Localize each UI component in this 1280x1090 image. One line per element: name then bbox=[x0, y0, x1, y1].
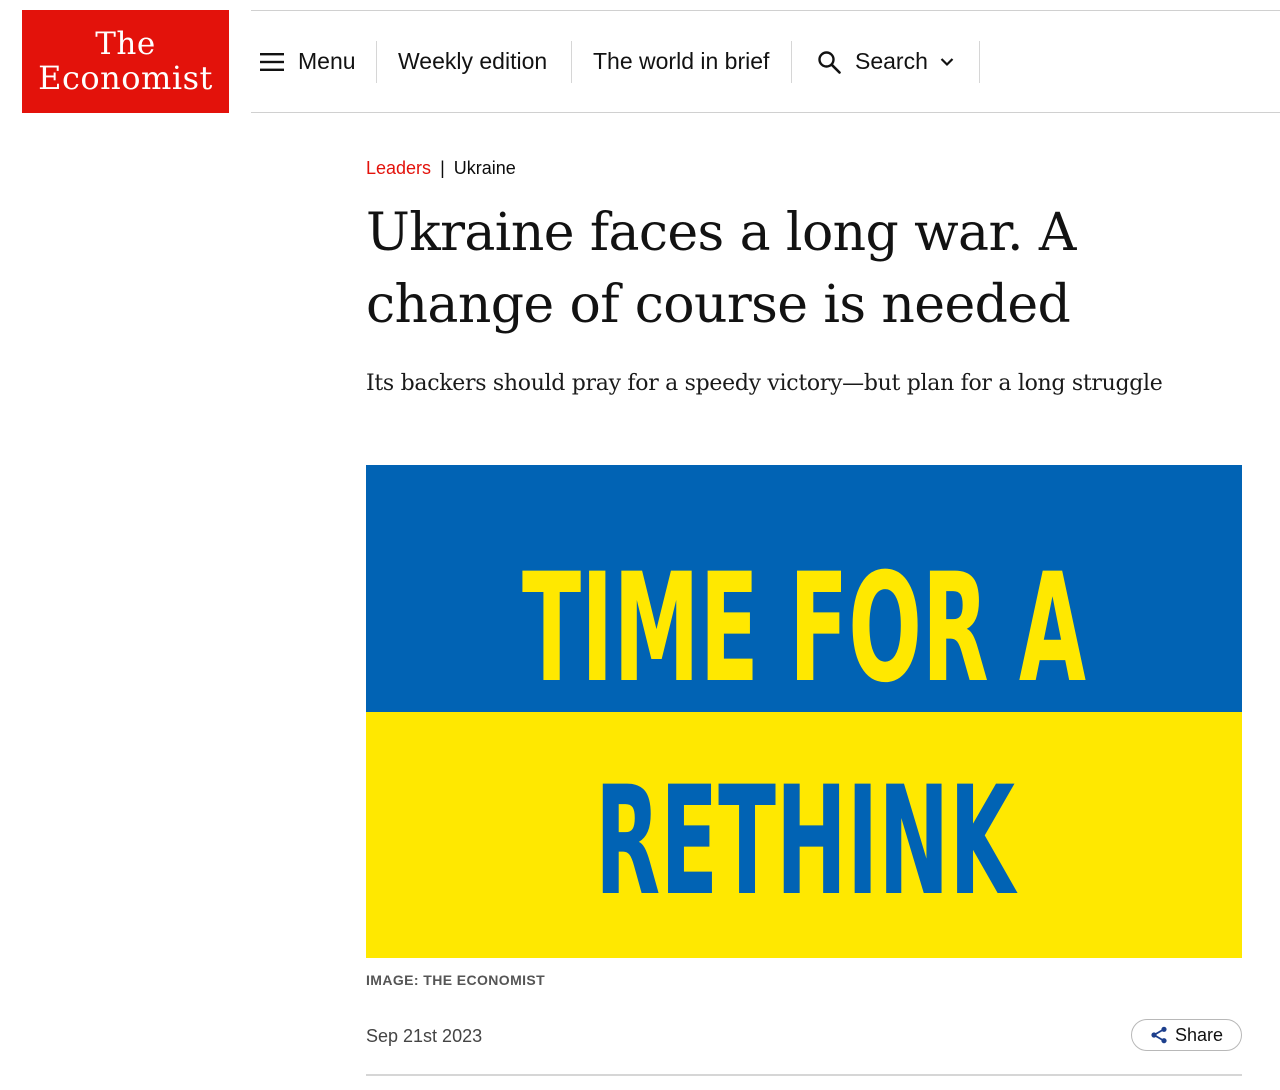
article-headline: Ukraine faces a long war. A change of co… bbox=[366, 203, 1076, 335]
image-caption: IMAGE: THE ECONOMIST bbox=[366, 972, 546, 988]
hero-text-line-2: RETHINK bbox=[595, 755, 1018, 929]
menu-button[interactable]: Menu bbox=[260, 41, 356, 82]
economist-logo[interactable]: The Economist bbox=[22, 10, 229, 113]
breadcrumb-separator: | bbox=[440, 158, 445, 178]
nav-divider bbox=[791, 41, 792, 83]
search-icon bbox=[818, 50, 841, 74]
world-in-brief-link[interactable]: The world in brief bbox=[593, 41, 769, 82]
breadcrumb: Leaders | Ukraine bbox=[366, 158, 516, 179]
hero-image: TIME FOR A RETHINK bbox=[366, 465, 1242, 958]
share-label: Share bbox=[1174, 1024, 1224, 1045]
chevron-down-icon bbox=[940, 57, 954, 66]
logo-line-1: The bbox=[95, 26, 156, 62]
share-icon bbox=[1151, 1026, 1167, 1044]
menu-label: Menu bbox=[298, 48, 356, 74]
breadcrumb-section-link[interactable]: Leaders bbox=[366, 158, 431, 178]
breadcrumb-topic-link[interactable]: Ukraine bbox=[454, 158, 516, 178]
logo-line-2: Economist bbox=[38, 59, 213, 97]
search-button[interactable]: Search bbox=[817, 41, 954, 82]
weekly-edition-link[interactable]: Weekly edition bbox=[398, 41, 547, 82]
nav-divider bbox=[979, 41, 980, 83]
top-navigation: Menu Weekly edition The world in brief S… bbox=[251, 10, 1280, 113]
publish-date: Sep 21st 2023 bbox=[366, 1026, 483, 1046]
hero-text-line-1: TIME FOR A bbox=[522, 542, 1086, 716]
menu-icon bbox=[260, 52, 284, 71]
article-divider bbox=[366, 1074, 1242, 1076]
ukraine-flag-illustration: TIME FOR A RETHINK bbox=[366, 465, 1242, 958]
article-standfirst: Its backers should pray for a speedy vic… bbox=[366, 371, 1163, 396]
share-button[interactable]: Share bbox=[1131, 1019, 1242, 1051]
search-label: Search bbox=[855, 48, 928, 74]
nav-divider bbox=[376, 41, 377, 83]
nav-divider bbox=[571, 41, 572, 83]
